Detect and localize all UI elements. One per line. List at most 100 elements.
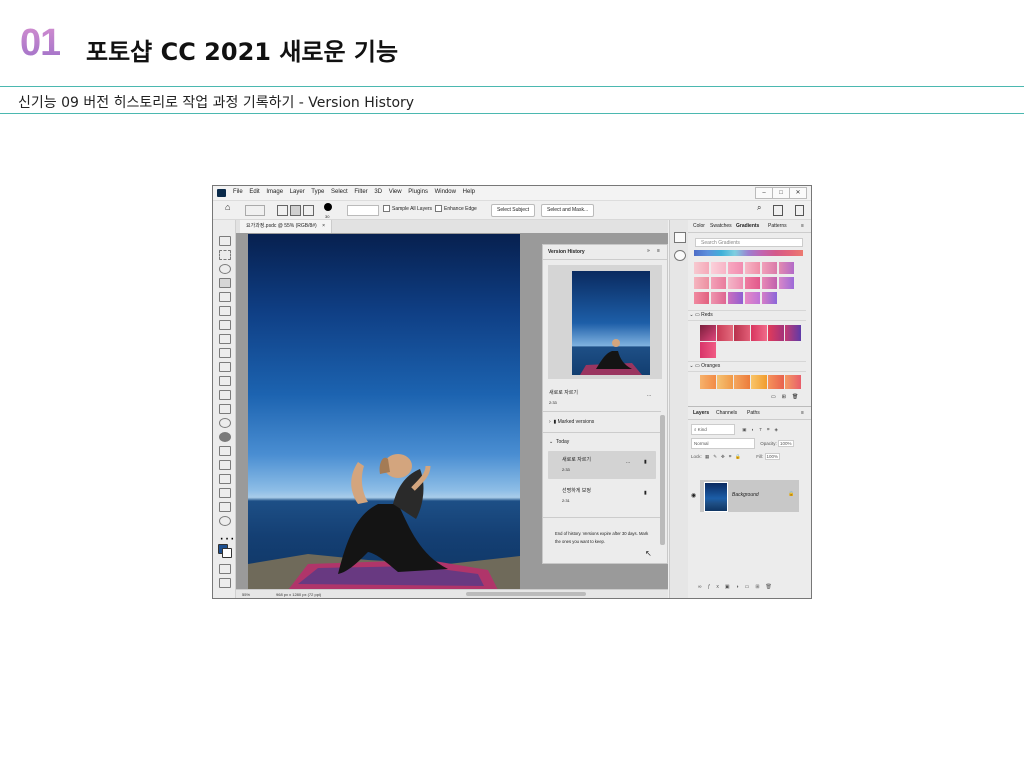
gradient-swatch[interactable]: [745, 262, 760, 274]
menu-edit[interactable]: Edit: [249, 189, 259, 195]
lasso-tool-icon[interactable]: [219, 264, 231, 274]
gradient-swatch[interactable]: [785, 325, 801, 341]
gradient-preset-row[interactable]: [694, 250, 803, 256]
angle-field[interactable]: [347, 205, 379, 216]
close-window-button[interactable]: ✕: [789, 187, 807, 199]
type-tool-icon[interactable]: [219, 460, 231, 470]
today-toggle[interactable]: ⌄ Today: [549, 439, 569, 445]
kind-filter-dropdown[interactable]: ⌕ Kind: [691, 424, 735, 435]
opacity-field[interactable]: 100%: [778, 440, 794, 447]
menu-window[interactable]: Window: [435, 189, 456, 195]
subtract-selection-icon[interactable]: [303, 205, 314, 216]
menu-view[interactable]: View: [389, 189, 402, 195]
new-gradient-icon[interactable]: ⊞: [782, 394, 792, 400]
gradient-swatch[interactable]: [779, 277, 794, 289]
fill-field[interactable]: 100%: [764, 453, 781, 460]
gradient-swatch[interactable]: [717, 325, 733, 341]
tab-color[interactable]: Color: [693, 223, 705, 229]
version-row[interactable]: 새로로 자르기 2:33 ... ▮: [548, 451, 656, 479]
select-and-mask-button[interactable]: Select and Mask...: [541, 204, 595, 217]
layers-menu-icon[interactable]: ≡: [801, 410, 804, 416]
tool-preset-picker[interactable]: [245, 205, 265, 216]
panel-menu-icon[interactable]: ≡: [801, 223, 804, 229]
path-selection-tool-icon[interactable]: [219, 474, 231, 484]
clone-stamp-tool-icon[interactable]: [219, 362, 231, 372]
gradient-swatch[interactable]: [762, 277, 777, 289]
history-brush-tool-icon[interactable]: [219, 376, 231, 386]
marked-versions-toggle[interactable]: › ▮ Marked versions: [549, 419, 594, 425]
filter-type-icons[interactable]: ▣◐T⌗◈: [742, 427, 783, 432]
gradient-swatch[interactable]: [728, 277, 743, 289]
new-group-icon[interactable]: ▭: [771, 394, 782, 400]
gradient-folder-oranges[interactable]: ⌄ ▭ Oranges: [688, 361, 806, 372]
tab-patterns[interactable]: Patterns: [768, 223, 787, 229]
tab-swatches[interactable]: Swatches: [710, 223, 732, 229]
menu-type[interactable]: Type: [311, 189, 324, 195]
gradient-folder-reds[interactable]: ⌄ ▭ Reds: [688, 310, 806, 321]
gradient-swatch[interactable]: [728, 292, 743, 304]
select-subject-button[interactable]: Select Subject: [491, 204, 535, 217]
move-tool-icon[interactable]: [219, 236, 231, 246]
gradient-swatch[interactable]: [734, 375, 750, 389]
gradient-swatch[interactable]: [745, 277, 760, 289]
menu-help[interactable]: Help: [463, 189, 475, 195]
tab-paths[interactable]: Paths: [747, 410, 760, 416]
menu-image[interactable]: Image: [266, 189, 283, 195]
bookmark-icon[interactable]: ▮: [644, 490, 647, 496]
eraser-tool-icon[interactable]: [219, 390, 231, 400]
gradient-swatch[interactable]: [768, 325, 784, 341]
workspace-icon[interactable]: [773, 205, 783, 216]
layer-row[interactable]: Background 🔒: [700, 480, 799, 512]
version-row[interactable]: 선명하게 보정 2:31 ▮: [548, 482, 656, 510]
bookmark-icon[interactable]: ▮: [644, 459, 647, 465]
gradient-swatch[interactable]: [711, 262, 726, 274]
gradient-swatch[interactable]: [785, 375, 801, 389]
gradient-swatch[interactable]: [762, 292, 777, 304]
dodge-tool-icon[interactable]: [219, 432, 231, 442]
shape-tool-icon[interactable]: [219, 488, 231, 498]
visibility-eye-icon[interactable]: ◉: [691, 492, 696, 499]
menu-filter[interactable]: Filter: [354, 189, 367, 195]
layer-bottom-actions[interactable]: ∞ƒx▣◑▭⊞🗑: [698, 584, 778, 590]
gradient-swatch[interactable]: [711, 292, 726, 304]
collapse-panel-icon[interactable]: »: [647, 248, 650, 254]
gradient-swatch[interactable]: [694, 292, 709, 304]
gradient-swatch[interactable]: [694, 277, 709, 289]
add-selection-icon[interactable]: [290, 205, 301, 216]
menu-layer[interactable]: Layer: [290, 189, 305, 195]
zoom-level[interactable]: 55%: [242, 592, 250, 597]
gradient-swatch[interactable]: [734, 325, 750, 341]
gradient-swatch[interactable]: [745, 292, 760, 304]
enhance-edge-checkbox[interactable]: Enhance Edge: [435, 205, 477, 214]
gradient-swatch[interactable]: [700, 325, 716, 341]
screen-mode-icon[interactable]: [219, 578, 231, 588]
healing-brush-tool-icon[interactable]: [219, 334, 231, 344]
gradient-tool-icon[interactable]: [219, 404, 231, 414]
version-more-icon[interactable]: ...: [626, 459, 630, 465]
zoom-tool-icon[interactable]: [219, 516, 231, 526]
gradient-swatch[interactable]: [711, 277, 726, 289]
version-history-scrollbar[interactable]: [660, 415, 665, 545]
delete-icon[interactable]: 🗑: [792, 394, 804, 400]
blend-mode-dropdown[interactable]: Normal: [691, 438, 755, 449]
background-color-swatch[interactable]: [222, 548, 232, 558]
menu-3d[interactable]: 3D: [374, 189, 382, 195]
gradient-swatch[interactable]: [717, 375, 733, 389]
tab-channels[interactable]: Channels: [716, 410, 737, 416]
gradient-swatch[interactable]: [751, 375, 767, 389]
share-icon[interactable]: [795, 205, 804, 216]
eyedropper-tool-icon[interactable]: [219, 320, 231, 330]
preview-more-icon[interactable]: ...: [647, 392, 651, 398]
yoga-photo[interactable]: [248, 234, 520, 590]
gradient-swatch[interactable]: [700, 375, 716, 389]
sample-all-layers-checkbox[interactable]: Sample All Layers: [383, 205, 432, 214]
gradient-swatch[interactable]: [762, 262, 777, 274]
brush-tool-icon[interactable]: [219, 348, 231, 358]
maximize-button[interactable]: □: [772, 187, 790, 199]
quick-selection-tool-icon[interactable]: [219, 278, 231, 288]
gradient-swatch[interactable]: [694, 262, 709, 274]
blur-tool-icon[interactable]: [219, 418, 231, 428]
search-icon[interactable]: ⌕: [757, 203, 761, 212]
brush-size-icon[interactable]: [324, 203, 332, 211]
horizontal-scrollbar[interactable]: [466, 592, 586, 596]
